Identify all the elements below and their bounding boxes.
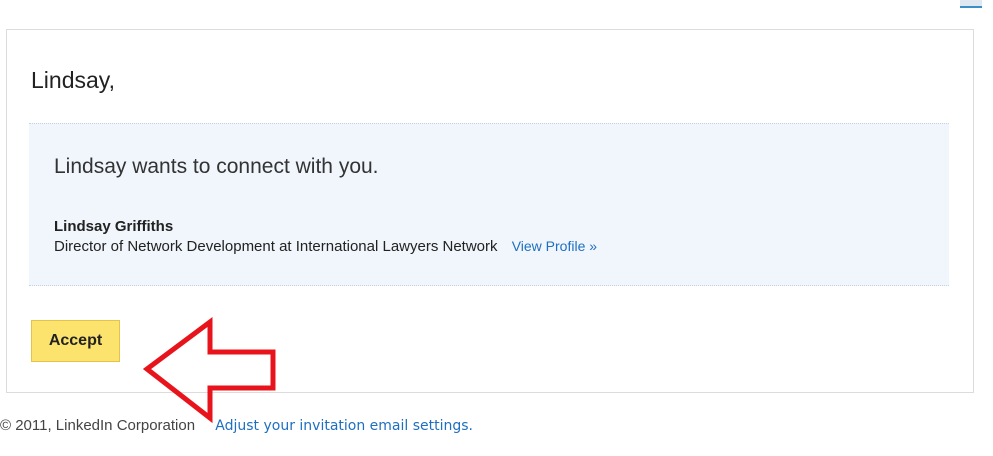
arrow-outline xyxy=(142,317,276,424)
top-tab-edge xyxy=(960,0,982,8)
email-viewport: Lindsay, Lindsay wants to connect with y… xyxy=(0,0,993,456)
invitation-card: Lindsay, Lindsay wants to connect with y… xyxy=(6,29,974,424)
accept-button[interactable]: Accept xyxy=(31,320,120,362)
top-strip xyxy=(0,0,993,28)
copyright-text: © 2011, LinkedIn Corporation xyxy=(0,417,196,434)
sender-title: Director of Network Development at Inter… xyxy=(54,238,498,255)
sender-name: Lindsay Griffiths xyxy=(54,218,174,235)
greeting: Lindsay, xyxy=(31,67,115,93)
email-settings-link[interactable]: Adjust your invitation email settings. xyxy=(215,418,473,434)
view-profile-link[interactable]: View Profile » xyxy=(512,238,597,254)
left-arrow-icon xyxy=(142,317,276,424)
invitation-headline: Lindsay wants to connect with you. xyxy=(54,155,379,178)
invitation-box: Lindsay wants to connect with you. Linds… xyxy=(29,123,949,286)
sender-title-line: Director of Network Development at Inter… xyxy=(54,238,597,255)
footer: © 2011, LinkedIn Corporation Adjust your… xyxy=(0,417,473,434)
